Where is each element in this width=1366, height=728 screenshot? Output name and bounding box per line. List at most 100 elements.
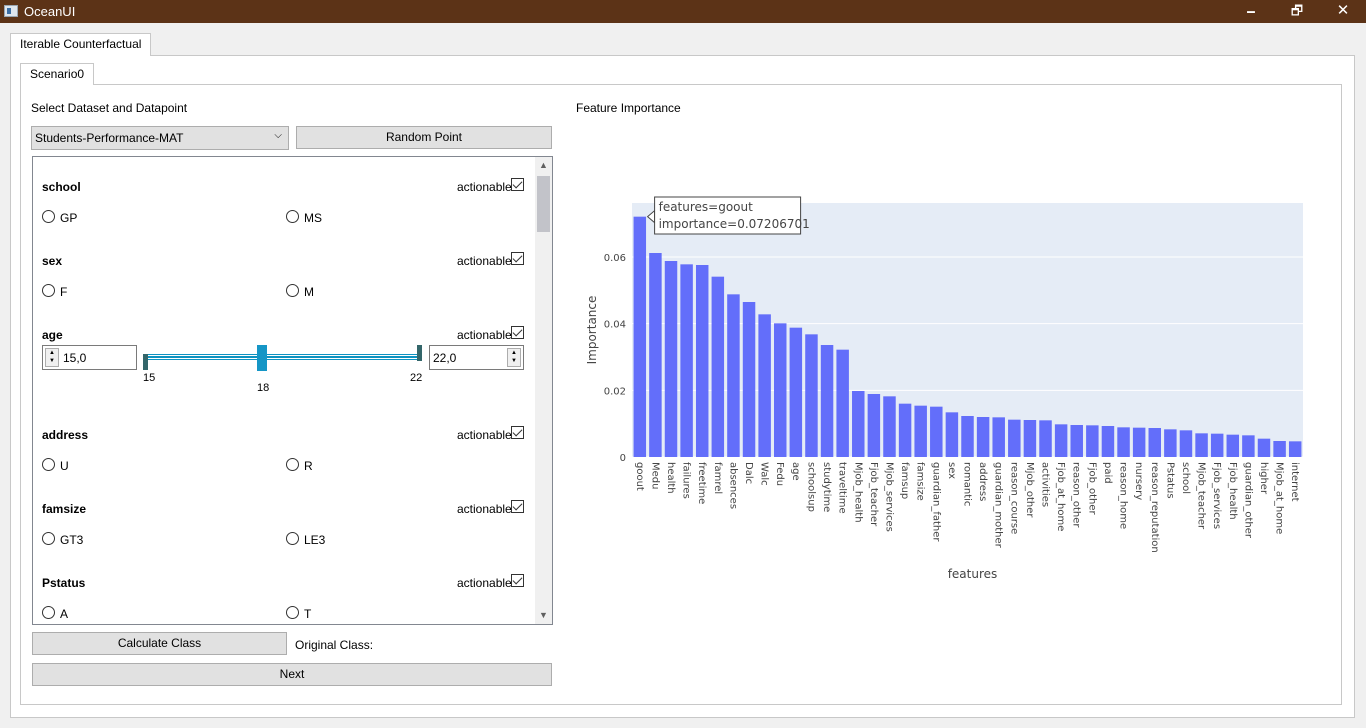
title-bar: OceanUI 🗕 🗗 ✕ [0, 0, 1366, 23]
x-tick-label: goout [634, 462, 645, 491]
chart-bar[interactable] [883, 396, 896, 457]
radio-a[interactable] [42, 606, 55, 619]
chart-bar[interactable] [961, 416, 974, 457]
feature-scroll-area[interactable]: school actionable GP MS sex actionable F… [32, 156, 553, 625]
radio-t[interactable] [286, 606, 299, 619]
tooltip-line1: features=goout [659, 200, 754, 214]
chart-bar[interactable] [742, 302, 756, 457]
actionable-checkbox[interactable] [511, 326, 524, 339]
chart-bar[interactable] [852, 391, 865, 457]
chart-bar[interactable] [1023, 420, 1037, 457]
radio-gp[interactable] [42, 210, 55, 223]
chart-bar[interactable] [1054, 424, 1068, 457]
tab-iterable-counterfactual[interactable]: Iterable Counterfactual [10, 33, 152, 56]
chart-bar[interactable] [930, 406, 943, 457]
chart-bar[interactable] [1226, 434, 1240, 457]
chart-bar[interactable] [727, 294, 740, 457]
radio-gt3[interactable] [42, 532, 55, 545]
chart-bar[interactable] [649, 253, 662, 457]
chart-bar[interactable] [758, 314, 771, 457]
actionable-checkbox[interactable] [511, 574, 524, 587]
chart-bar[interactable] [1008, 419, 1021, 457]
chart-bar[interactable] [820, 345, 834, 457]
age-range-slider[interactable] [145, 354, 421, 360]
chart-bar[interactable] [1210, 433, 1224, 457]
radio-u[interactable] [42, 458, 55, 471]
y-tick-label: 0.02 [604, 386, 626, 397]
spin-arrows-icon[interactable]: ▲ ▼ [45, 348, 59, 367]
feature-sex: sex actionable F M [33, 237, 533, 307]
maximize-button[interactable]: 🗗 [1274, 0, 1320, 23]
feature-importance-chart[interactable]: 0 0.02 0.04 0.06 goout Medu health failures free… [580, 160, 1320, 600]
chart-bar[interactable] [1242, 435, 1255, 457]
chart-bar[interactable] [633, 216, 647, 457]
random-point-button[interactable]: Random Point [296, 126, 552, 149]
dataset-select[interactable]: Students-Performance-MAT ⌵ [31, 126, 289, 150]
chart-bar[interactable] [1257, 438, 1271, 457]
chart-bar[interactable] [992, 417, 1005, 457]
radio-ms[interactable] [286, 210, 299, 223]
option-label: T [304, 607, 312, 621]
chart-bar[interactable] [1070, 425, 1083, 457]
vertical-scrollbar[interactable]: ▲ ▼ [535, 157, 552, 624]
calculate-class-button[interactable]: Calculate Class [32, 632, 287, 655]
slider-min-handle[interactable] [143, 354, 148, 370]
slider-mid-handle[interactable] [257, 345, 267, 371]
chart-bar[interactable] [1039, 420, 1052, 457]
x-tick-label: schoolsup [805, 462, 816, 512]
chart-bar[interactable] [1148, 428, 1161, 457]
slider-max-handle[interactable] [417, 345, 422, 361]
chart-bar[interactable] [1101, 426, 1115, 457]
chevron-down-icon: ⌵ [274, 130, 282, 141]
actionable-checkbox[interactable] [511, 178, 524, 191]
radio-r[interactable] [286, 458, 299, 471]
chart-bar[interactable] [914, 405, 927, 457]
actionable-checkbox[interactable] [511, 426, 524, 439]
chart-bar[interactable] [805, 334, 818, 457]
chart-bar[interactable] [1273, 441, 1286, 457]
x-tick-label: paid [1102, 462, 1113, 484]
option-label: GT3 [60, 533, 84, 547]
chart-bar[interactable] [836, 349, 849, 457]
spin-arrows-icon[interactable]: ▲ ▼ [507, 348, 521, 367]
scroll-up-icon[interactable]: ▲ [535, 157, 552, 174]
radio-m[interactable] [286, 284, 299, 297]
chart-bar[interactable] [867, 394, 881, 457]
radio-f[interactable] [42, 284, 55, 297]
chart-bar[interactable] [711, 276, 725, 457]
chart-bar[interactable] [1086, 425, 1099, 457]
actionable-checkbox[interactable] [511, 500, 524, 513]
chart-bar[interactable] [1195, 433, 1208, 457]
scroll-thumb[interactable] [537, 176, 550, 232]
minimize-button[interactable]: 🗕 [1228, 0, 1274, 23]
x-tick-label: Dalc [743, 462, 754, 484]
chart-bar[interactable] [1179, 430, 1193, 457]
chart-bar[interactable] [1288, 441, 1302, 457]
chart-bar[interactable] [680, 264, 693, 457]
chart-bar[interactable] [1164, 429, 1177, 457]
chart-bar[interactable] [945, 412, 959, 457]
x-tick-label: higher [1258, 462, 1269, 495]
chart-bar[interactable] [898, 403, 912, 457]
age-max-spinbox[interactable]: 22,0 ▲ ▼ [429, 345, 524, 370]
feature-name: famsize [42, 502, 87, 516]
chart-bar[interactable] [695, 265, 709, 457]
chart-bar[interactable] [1132, 427, 1146, 457]
x-tick-label: internet [1289, 462, 1300, 502]
scroll-down-icon[interactable]: ▼ [535, 607, 552, 624]
tab-scenario0[interactable]: Scenario0 [20, 63, 95, 85]
close-button[interactable]: ✕ [1320, 0, 1366, 23]
x-tick-label: Fjob_services [1211, 462, 1222, 529]
chart-bar[interactable] [774, 323, 787, 457]
chart-bar[interactable] [789, 327, 803, 457]
age-min-spinbox[interactable]: ▲ ▼ 15,0 [42, 345, 137, 370]
slider-tick-mid: 18 [257, 382, 270, 394]
chart-bar[interactable] [664, 261, 678, 457]
actionable-checkbox[interactable] [511, 252, 524, 265]
chart-bar[interactable] [976, 417, 990, 457]
x-tick-label: romantic [962, 462, 973, 506]
chart-bar[interactable] [1117, 427, 1130, 457]
next-button[interactable]: Next [32, 663, 552, 686]
x-tick-label: absences [727, 462, 738, 509]
radio-le3[interactable] [286, 532, 299, 545]
